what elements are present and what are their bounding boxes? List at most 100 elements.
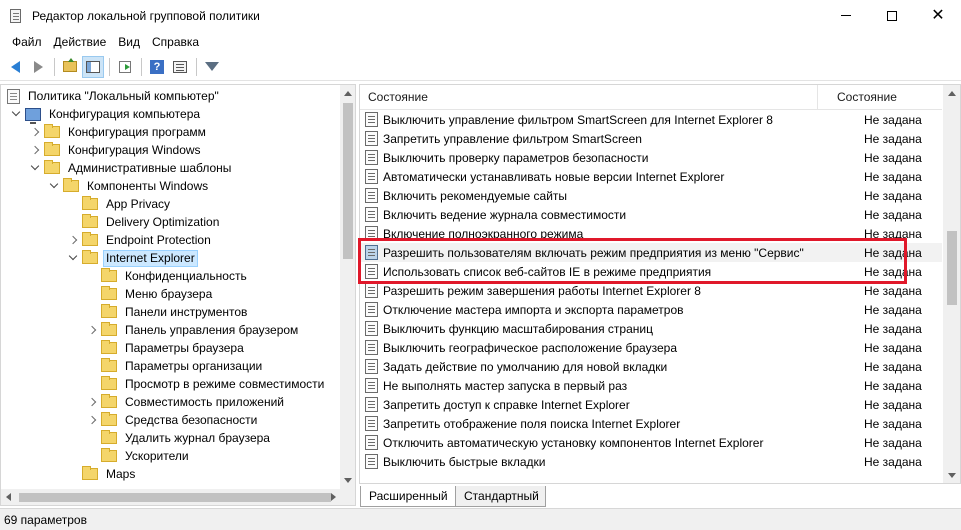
policy-row[interactable]: Разрешить пользователям включать режим п… <box>360 243 942 262</box>
tree-item[interactable]: Параметры браузера <box>87 339 247 357</box>
scroll-left-icon[interactable] <box>6 493 11 501</box>
policy-row[interactable]: Включить рекомендуемые сайты Не задана <box>360 186 942 205</box>
policy-row[interactable]: Не выполнять мастер запуска в первый раз… <box>360 376 942 395</box>
filter-button[interactable] <box>201 56 223 78</box>
policy-state: Не задана <box>864 264 922 279</box>
tree-item[interactable]: Конфигурация Windows <box>30 141 204 159</box>
collapse-chevron-icon[interactable] <box>87 325 97 335</box>
menu-action[interactable]: Действие <box>48 35 113 49</box>
menu-file[interactable]: Файл <box>6 35 48 49</box>
expand-chevron-icon[interactable] <box>11 109 21 119</box>
policy-row[interactable]: Выключить проверку параметров безопаснос… <box>360 148 942 167</box>
tree-item[interactable]: App Privacy <box>68 195 173 213</box>
policy-row[interactable]: Выключить географическое расположение бр… <box>360 338 942 357</box>
folder-icon <box>44 142 60 156</box>
folder-icon <box>101 340 117 354</box>
menu-view[interactable]: Вид <box>112 35 146 49</box>
collapse-chevron-icon[interactable] <box>87 397 97 407</box>
policy-setting-icon <box>365 302 378 317</box>
scroll-down-icon[interactable] <box>948 473 956 478</box>
close-button[interactable]: ✕ <box>915 0 961 31</box>
collapse-chevron-icon[interactable] <box>30 127 40 137</box>
scroll-down-icon[interactable] <box>344 478 352 483</box>
tree-item[interactable]: Ускорители <box>87 447 192 465</box>
policy-state: Не задана <box>864 435 922 450</box>
list-vertical-scrollbar[interactable] <box>943 85 960 483</box>
collapse-chevron-icon[interactable] <box>68 235 78 245</box>
policy-row[interactable]: Отключение мастера импорта и экспорта па… <box>360 300 942 319</box>
scroll-right-icon[interactable] <box>331 493 336 501</box>
maximize-button[interactable] <box>869 0 915 31</box>
policy-row[interactable]: Включить ведение журнала совместимости Не… <box>360 205 942 224</box>
scroll-thumb[interactable] <box>19 493 331 502</box>
policy-row[interactable]: Отключить автоматическую установку компо… <box>360 433 942 452</box>
export-list-button[interactable] <box>114 56 136 78</box>
tab-extended[interactable]: Расширенный <box>360 486 456 507</box>
policy-row[interactable]: Использовать список веб-сайтов IE в режи… <box>360 262 942 281</box>
tree-item[interactable]: Меню браузера <box>87 285 215 303</box>
tree-item[interactable]: Конфигурация компьютера <box>11 105 203 124</box>
policy-state: Не задана <box>864 302 922 317</box>
tree-item[interactable]: Delivery Optimization <box>68 213 222 231</box>
tree-horizontal-scrollbar[interactable] <box>1 489 340 505</box>
scroll-up-icon[interactable] <box>948 91 956 96</box>
back-button[interactable] <box>4 56 26 78</box>
help-button[interactable]: ? <box>146 56 168 78</box>
policy-state: Не задана <box>864 416 922 431</box>
policy-row[interactable]: Выключить быстрые вкладки Не задана <box>360 452 942 471</box>
view-tabs: Расширенный Стандартный <box>359 486 959 508</box>
tree-item[interactable]: Internet Explorer <box>68 249 198 267</box>
policy-row[interactable]: Запретить доступ к справке Internet Expl… <box>360 395 942 414</box>
policy-row[interactable]: Выключить управление фильтром SmartScree… <box>360 110 942 129</box>
scroll-up-icon[interactable] <box>344 91 352 96</box>
policy-row[interactable]: Автоматически устанавливать новые версии… <box>360 167 942 186</box>
menu-help[interactable]: Справка <box>146 35 205 49</box>
tree-item[interactable]: Панели инструментов <box>87 303 250 321</box>
tree-item[interactable]: Компоненты Windows <box>49 177 211 195</box>
column-header-name[interactable]: Состояние <box>360 85 818 110</box>
column-header-state[interactable]: Состояние <box>818 85 942 110</box>
properties-button[interactable] <box>169 56 191 78</box>
tree-item[interactable]: Maps <box>68 465 138 483</box>
expand-chevron-icon[interactable] <box>68 253 78 263</box>
policy-name: Запретить доступ к справке Internet Expl… <box>383 397 630 412</box>
expand-chevron-icon[interactable] <box>49 181 59 191</box>
tree-item[interactable]: Просмотр в режиме совместимости <box>87 375 327 393</box>
tab-standard[interactable]: Стандартный <box>456 486 546 507</box>
scroll-thumb[interactable] <box>947 231 957 305</box>
back-arrow-icon <box>10 60 20 73</box>
tree-item[interactable]: Средства безопасности <box>87 411 260 429</box>
forward-button[interactable] <box>27 56 49 78</box>
tree-item[interactable]: Удалить журнал браузера <box>87 429 273 447</box>
properties-icon <box>173 60 187 73</box>
policy-row[interactable]: Запретить управление фильтром SmartScree… <box>360 129 942 148</box>
tree-item[interactable]: Совместимость приложений <box>87 393 287 411</box>
policy-row[interactable]: Выключить функцию масштабирования страни… <box>360 319 942 338</box>
policy-state: Не задана <box>864 321 922 336</box>
tree-item[interactable]: Административные шаблоны <box>30 159 234 177</box>
toolbar: ? <box>0 53 961 81</box>
tree-item[interactable]: Параметры организации <box>87 357 265 375</box>
folder-icon <box>101 394 117 408</box>
policy-name: Выключить проверку параметров безопаснос… <box>383 150 649 165</box>
policy-row[interactable]: Разрешить режим завершения работы Intern… <box>360 281 942 300</box>
scroll-thumb[interactable] <box>343 103 353 259</box>
tree-item[interactable]: Панель управления браузером <box>87 321 301 339</box>
tree-item[interactable]: Endpoint Protection <box>68 231 214 249</box>
collapse-chevron-icon[interactable] <box>87 415 97 425</box>
tree-item-label: Панель управления браузером <box>125 322 299 337</box>
expand-chevron-icon[interactable] <box>30 163 40 173</box>
tree-vertical-scrollbar[interactable] <box>340 85 355 489</box>
tree-item[interactable]: Политика "Локальный компьютер" <box>7 87 222 105</box>
tree-item[interactable]: Конфигурация программ <box>30 123 209 141</box>
tree-item[interactable]: Конфиденциальность <box>87 267 250 285</box>
policy-row[interactable]: Включение полноэкранного режима Не задана <box>360 224 942 243</box>
policy-row[interactable]: Задать действие по умолчанию для новой в… <box>360 357 942 376</box>
minimize-button[interactable] <box>823 0 869 31</box>
show-hide-tree-button[interactable] <box>82 55 104 78</box>
collapse-chevron-icon[interactable] <box>30 145 40 155</box>
policy-row[interactable]: Запретить отображение поля поиска Intern… <box>360 414 942 433</box>
up-level-button[interactable] <box>59 56 81 78</box>
